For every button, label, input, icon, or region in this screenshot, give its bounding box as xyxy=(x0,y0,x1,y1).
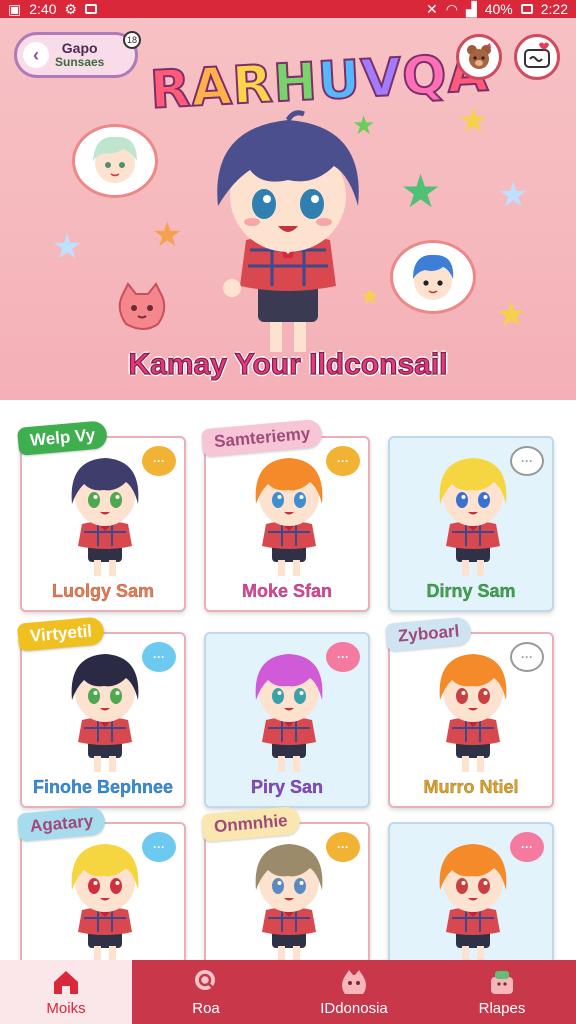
character-card[interactable]: ··· Virtyetil Finohe Bephnee xyxy=(16,616,186,808)
chat-bubble-icon[interactable]: ··· xyxy=(326,832,360,862)
nav-label: Roa xyxy=(192,999,220,1017)
battery-percent: 40% xyxy=(484,1,513,17)
character-bubble-mint xyxy=(72,124,158,198)
blue-hair-face-icon xyxy=(413,254,454,300)
card-tag: Onmnhie xyxy=(200,805,301,843)
character-portrait xyxy=(71,844,139,962)
character-portrait xyxy=(255,458,323,576)
profile-bear-button[interactable] xyxy=(456,34,502,80)
pink-cat-mascot-icon xyxy=(118,282,166,330)
star-icon: ★ xyxy=(152,216,183,254)
character-name: Piry San xyxy=(250,777,324,798)
star-icon: ★ xyxy=(52,228,83,266)
star-icon: ★ xyxy=(498,176,529,214)
character-portrait xyxy=(439,654,507,772)
mascot-icon xyxy=(342,969,366,994)
status-clock: 2:22 xyxy=(540,1,568,17)
character-portrait xyxy=(439,458,507,576)
character-card[interactable]: ··· Samteriemy Moke Sfan xyxy=(201,418,370,612)
back-arrow-icon: ‹ xyxy=(23,42,49,68)
character-name: Finohe Bephnee xyxy=(32,777,174,798)
gallery-icon: ▣ xyxy=(8,0,22,17)
signal-icon: ▟ xyxy=(465,0,477,17)
chat-bubble-icon[interactable]: ··· xyxy=(142,832,176,862)
star-icon: ★ xyxy=(400,165,442,217)
bottom-navigation: Moiks Roa IDdonosia Rlapes xyxy=(0,960,576,1024)
card-tag: Welp Vy xyxy=(16,420,109,456)
bear-icon xyxy=(467,43,491,69)
character-name: Moke Sfan xyxy=(241,581,333,602)
nav-label: Moiks xyxy=(46,999,86,1017)
chat-bubble-icon[interactable]: ··· xyxy=(326,642,360,672)
age-badge: 18 xyxy=(123,31,141,49)
chat-bubble-icon[interactable]: ··· xyxy=(510,832,544,862)
character-card[interactable]: ··· Dirny Sam xyxy=(388,436,554,612)
character-card[interactable]: ··· Welp Vy Luolgy Sam xyxy=(16,420,186,612)
character-portrait xyxy=(255,654,323,772)
battery-icon xyxy=(520,4,533,14)
character-name: Luolgy Sam xyxy=(51,581,155,602)
star-icon: ★ xyxy=(458,102,489,140)
character-bubble-blue xyxy=(390,240,476,314)
back-button-label: Gapo Sunsaes xyxy=(55,40,105,69)
nav-item-iddonosia[interactable]: IDdonosia xyxy=(280,960,428,1024)
messages-button[interactable] xyxy=(514,34,560,80)
chat-bubble-icon[interactable]: ··· xyxy=(510,642,544,672)
card-tag: Samteriemy xyxy=(201,418,324,458)
nav-item-roa[interactable]: Roa xyxy=(132,960,280,1024)
card-tag: Zyboarl xyxy=(384,616,473,652)
card-tag: Virtyetil xyxy=(16,616,106,652)
card-tag: Agatary xyxy=(16,806,107,842)
character-name: Murro Ntiel xyxy=(423,777,519,798)
chat-bubble-icon[interactable]: ··· xyxy=(510,446,544,476)
mint-hair-face-icon xyxy=(93,136,137,183)
hero-banner: ‹ Gapo Sunsaes 18 RARHUVQA xyxy=(0,18,576,400)
main-character-illustration xyxy=(217,110,359,352)
status-bar: ▣ 2:40 ⚙ ✕ ◠ ▟ 40% 2:22 xyxy=(0,0,576,18)
home-icon xyxy=(54,970,78,994)
star-icon: ★ xyxy=(496,296,527,334)
wifi-icon: ◠ xyxy=(445,0,458,17)
nav-item-moiks[interactable]: Moiks xyxy=(0,960,132,1024)
character-portrait xyxy=(255,844,323,962)
chat-search-icon xyxy=(195,969,216,991)
character-card[interactable]: ··· Piry San xyxy=(204,632,370,808)
character-portrait xyxy=(71,654,139,772)
settings-icon: ⚙ xyxy=(64,0,78,17)
chat-bubble-icon[interactable]: ··· xyxy=(142,642,176,672)
mute-icon: ✕ xyxy=(425,0,438,17)
chat-bubble-icon[interactable]: ··· xyxy=(326,446,360,476)
nav-label: Rlapes xyxy=(478,999,526,1017)
character-card[interactable]: ··· Zyboarl Murro Ntiel xyxy=(384,616,554,808)
notification-icon xyxy=(85,4,98,14)
gift-box-icon xyxy=(491,970,513,994)
character-name: Dirny Sam xyxy=(426,581,516,602)
character-portrait xyxy=(439,844,507,962)
back-button[interactable]: ‹ Gapo Sunsaes 18 xyxy=(14,31,141,78)
chat-heart-icon xyxy=(524,42,550,68)
chat-bubble-icon[interactable]: ··· xyxy=(142,446,176,476)
hero-subtitle: Kamay Your Ildconsail xyxy=(128,347,448,381)
character-portrait xyxy=(71,458,139,576)
status-time: 2:40 xyxy=(29,1,57,17)
nav-label: IDdonosia xyxy=(320,999,388,1017)
nav-item-rlapes[interactable]: Rlapes xyxy=(428,960,576,1024)
